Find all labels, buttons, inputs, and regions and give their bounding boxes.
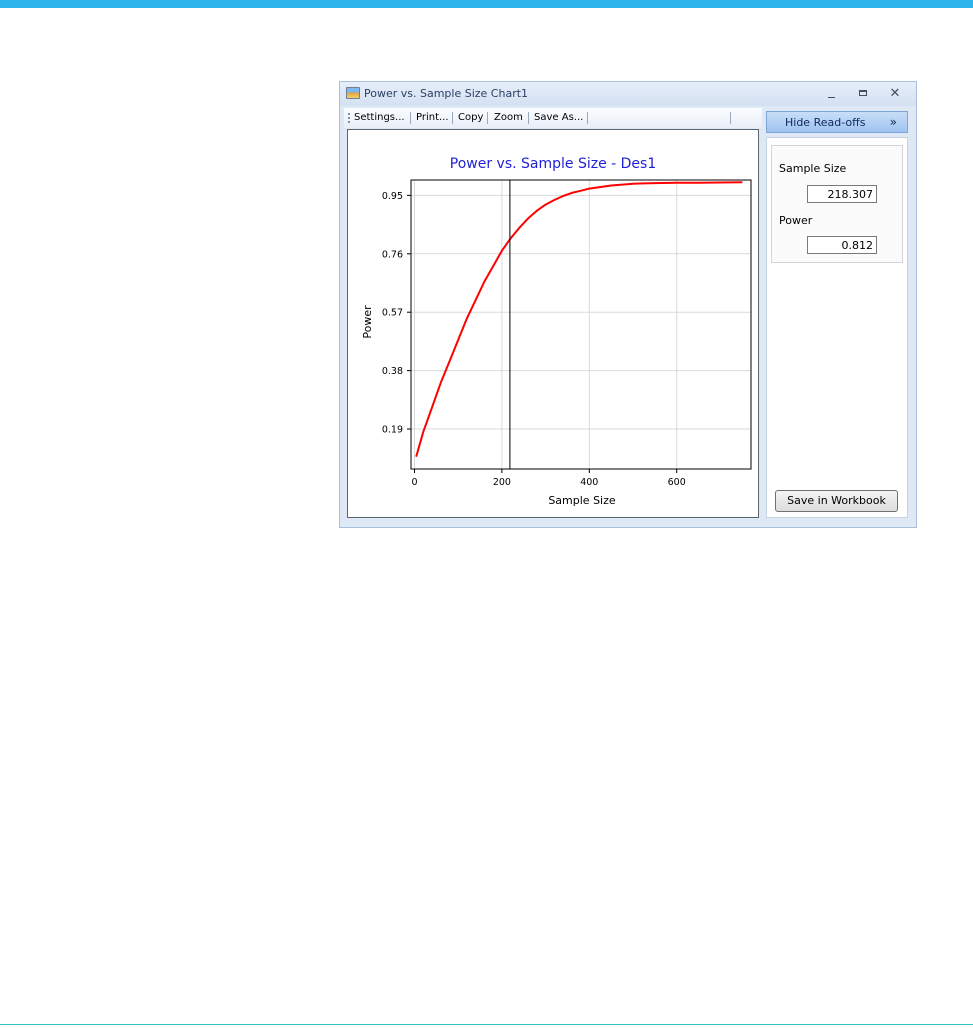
settings-button[interactable]: Settings... xyxy=(354,112,405,123)
chevron-right-double-icon: » xyxy=(889,115,897,129)
plot-area-frame xyxy=(410,179,752,470)
chart-window: Power vs. Sample Size Chart1 ✕ Settings.… xyxy=(339,81,917,528)
window-titlebar[interactable]: Power vs. Sample Size Chart1 ✕ xyxy=(340,82,916,106)
toolbar-separator xyxy=(528,112,529,124)
x-tick-label: 600 xyxy=(668,477,686,488)
y-tick-label: 0.95 xyxy=(382,191,403,202)
y-tick-label: 0.19 xyxy=(382,425,403,436)
zoom-button[interactable]: Zoom xyxy=(494,112,523,123)
y-tick-label: 0.38 xyxy=(382,366,403,377)
sample-size-field[interactable]: 218.307 xyxy=(807,185,877,203)
toolbar-separator xyxy=(730,112,731,124)
readoffs-group: Sample Size 218.307 Power 0.812 xyxy=(771,145,903,263)
y-tick-label: 0.76 xyxy=(382,249,403,260)
copy-button[interactable]: Copy xyxy=(458,112,483,123)
chart-app-icon xyxy=(346,87,360,99)
chart-title: Power vs. Sample Size - Des1 xyxy=(450,156,657,172)
y-tick-label: 0.57 xyxy=(382,308,403,319)
x-tick-label: 400 xyxy=(580,477,598,488)
sample-size-label: Sample Size xyxy=(779,162,847,175)
save-in-workbook-button[interactable]: Save in Workbook xyxy=(775,490,898,512)
toolbar-separator xyxy=(587,112,588,124)
chart-panel[interactable]: Power vs. Sample Size - Des1 Sample Size… xyxy=(347,129,759,518)
page-bottom-rule xyxy=(0,1024,973,1025)
power-field[interactable]: 0.812 xyxy=(807,236,877,254)
readoffs-panel: Sample Size 218.307 Power 0.812 Save in … xyxy=(766,137,908,518)
x-tick-label: 200 xyxy=(493,477,511,488)
minimize-button[interactable] xyxy=(822,85,842,102)
close-button[interactable]: ✕ xyxy=(885,85,905,102)
maximize-button[interactable] xyxy=(853,85,873,102)
window-title: Power vs. Sample Size Chart1 xyxy=(364,87,529,100)
print-button[interactable]: Print... xyxy=(416,112,449,123)
x-axis-label: Sample Size xyxy=(548,494,616,507)
toolbar-separator xyxy=(487,112,488,124)
y-axis-label: Power xyxy=(361,305,374,339)
power-label: Power xyxy=(779,214,813,227)
toolbar-separator xyxy=(410,112,411,124)
chart-toolbar: Settings... Print... Copy Zoom Save As..… xyxy=(344,108,762,128)
page-top-accent-bar xyxy=(0,0,973,8)
toolbar-separator xyxy=(452,112,453,124)
hide-readoffs-label: Hide Read-offs xyxy=(785,116,866,129)
save-as-button[interactable]: Save As... xyxy=(534,112,583,123)
x-tick-label: 0 xyxy=(411,477,417,488)
power-curve-line xyxy=(415,181,743,457)
power-chart[interactable]: Power vs. Sample Size - Des1 Sample Size… xyxy=(348,130,758,517)
toolbar-grip-icon[interactable] xyxy=(348,113,350,123)
hide-readoffs-button[interactable]: Hide Read-offs » xyxy=(766,111,908,133)
